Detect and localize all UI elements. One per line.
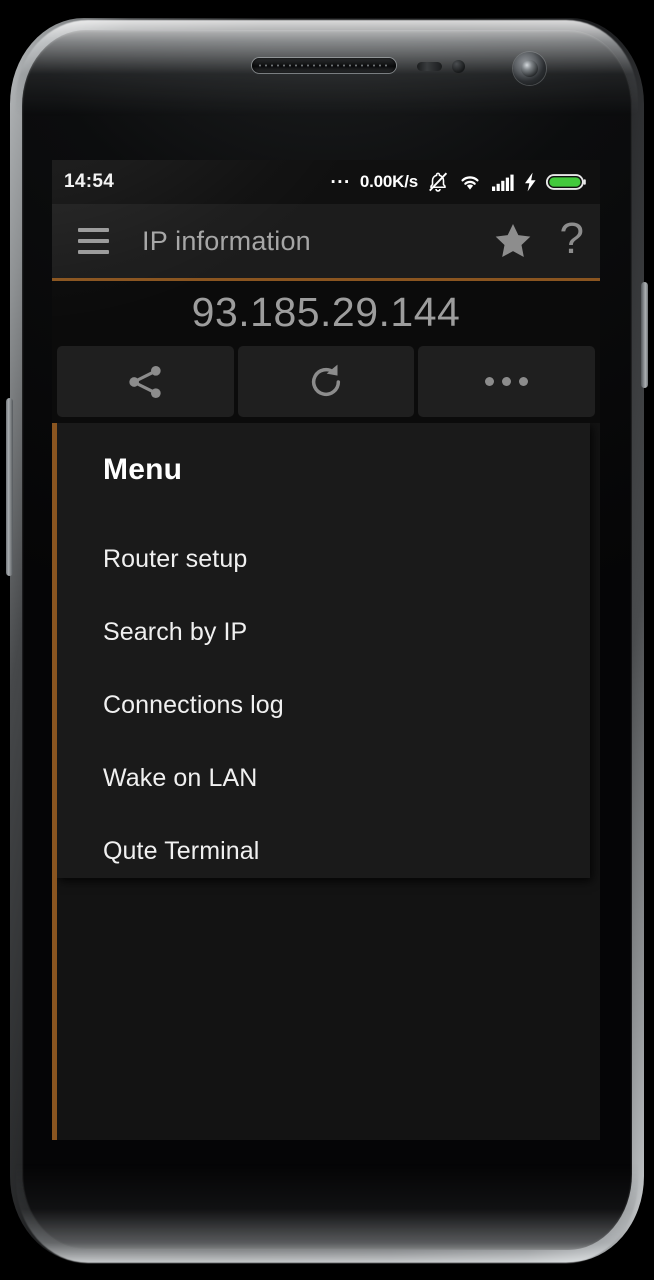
phone-screen: 14:54 ... 0.00K/s IP information ? 93.18…: [52, 160, 600, 1140]
earpiece-grille: [257, 62, 391, 69]
status-bar: 14:54 ... 0.00K/s: [52, 160, 600, 204]
charging-bolt-icon: [525, 172, 536, 192]
slide-out-menu-panel: Menu Router setup Search by IP Connectio…: [57, 423, 590, 878]
help-label: ?: [559, 214, 584, 263]
menu-item-router-setup[interactable]: Router setup: [103, 523, 590, 596]
status-icons-group: ... 0.00K/s: [330, 167, 587, 193]
action-bar: IP information ?: [52, 204, 600, 278]
proximity-sensor: [417, 62, 442, 71]
hamburger-line: [77, 250, 109, 254]
share-button[interactable]: [57, 346, 234, 417]
more-dot: [519, 377, 529, 386]
network-speed-text: 0.00K/s: [359, 172, 418, 191]
status-clock: 14:54: [64, 171, 115, 192]
menu-item-search-by-ip[interactable]: Search by IP: [103, 596, 590, 669]
bezel-top-highlight: [16, 20, 638, 140]
hamburger-line: [77, 239, 109, 243]
battery-icon: [546, 174, 586, 190]
menu-title: Menu: [103, 453, 183, 486]
ip-header: 93.185.29.144: [52, 281, 600, 343]
more-dots-icon: [485, 377, 529, 386]
cellular-signal-icon: [492, 174, 514, 191]
menu-item-qute-terminal[interactable]: Qute Terminal: [103, 815, 590, 888]
page-title: IP information: [142, 225, 311, 256]
help-icon[interactable]: ?: [559, 214, 584, 263]
volume-rocker-button[interactable]: [6, 398, 13, 576]
star-icon[interactable]: [492, 221, 534, 261]
front-camera: [513, 52, 546, 85]
action-bar-actions: ?: [492, 214, 584, 263]
action-button-row: [52, 343, 600, 423]
menu-item-connections-log[interactable]: Connections log: [103, 669, 590, 742]
more-button[interactable]: [418, 346, 596, 417]
bezel-bottom-highlight: [16, 1135, 638, 1263]
share-icon: [129, 365, 161, 398]
public-ip-address[interactable]: 93.185.29.144: [192, 289, 461, 336]
status-overflow-dots-icon: ...: [330, 167, 351, 188]
content-area: SSID: DDMHome Host: 93.185.29.144 Intern…: [52, 423, 600, 1140]
refresh-button[interactable]: [237, 346, 415, 417]
hamburger-icon[interactable]: [66, 214, 120, 268]
wifi-icon: [461, 176, 479, 190]
light-sensor: [452, 60, 465, 73]
earpiece-speaker: [252, 58, 396, 73]
phone-device: 14:54 ... 0.00K/s IP information ? 93.18…: [0, 0, 654, 1280]
menu-item-wake-on-lan[interactable]: Wake on LAN: [103, 742, 590, 815]
refresh-icon: [311, 364, 341, 396]
star-glyph: [495, 224, 530, 257]
power-button[interactable]: [641, 282, 648, 388]
accent-divider: [52, 278, 600, 281]
hamburger-line: [77, 228, 109, 232]
more-dot: [485, 377, 495, 386]
more-dot: [502, 377, 512, 386]
mute-bell-icon: [429, 172, 448, 192]
